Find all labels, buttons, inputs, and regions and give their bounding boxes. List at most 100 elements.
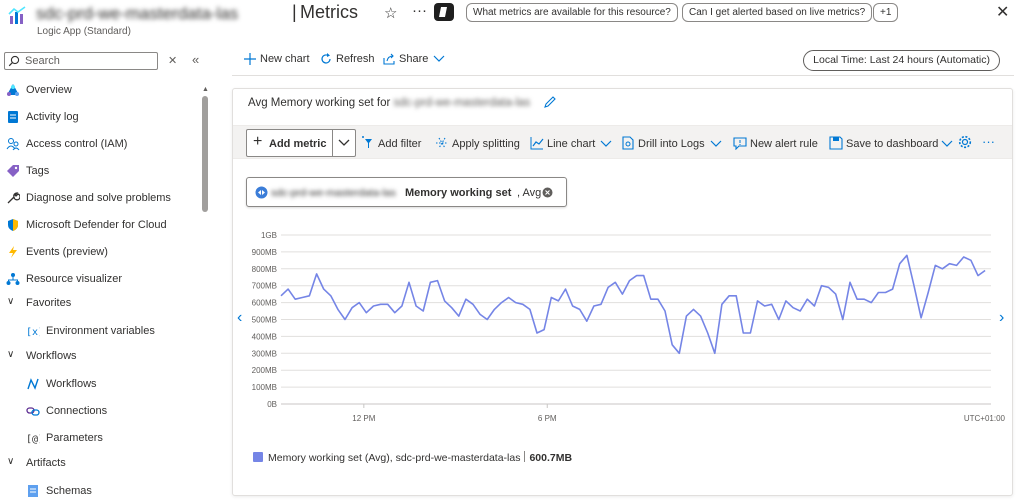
legend-value: 600.7MB	[529, 452, 573, 464]
chevron-down-icon	[600, 140, 612, 147]
new-chart-button[interactable]: New chart	[244, 53, 310, 66]
more-suggestions-chip[interactable]: +1	[873, 3, 899, 22]
apply-splitting-button[interactable]: Apply splitting	[435, 136, 520, 150]
chevron-down-icon	[433, 55, 445, 62]
sidebar-scrollbar[interactable]: ▲	[201, 86, 209, 499]
overview-icon	[7, 84, 19, 96]
sidebar-item-label: Resource visualizer	[26, 273, 122, 285]
line-chart-plot[interactable]: 0B 100MB 200MB 300MB 400MB 500MB 600MB 700MB 800…	[233, 219, 1012, 439]
y-tick-label: 500MB	[252, 316, 277, 325]
sidebar-item-label: Events (preview)	[26, 246, 108, 258]
page-title: Metrics	[300, 2, 358, 22]
drill-into-logs-button[interactable]: Drill into Logs	[621, 136, 722, 150]
save-icon	[829, 136, 843, 150]
sidebar-group-label: Artifacts	[26, 457, 66, 469]
metric-pill-metric: Memory working set	[405, 187, 512, 199]
variable-icon: [x]	[26, 327, 40, 338]
chevron-down-icon: ∨	[7, 349, 15, 360]
chevron-right-icon[interactable]: ›	[999, 309, 1004, 327]
y-tick-label: 300MB	[252, 349, 277, 358]
scrollbar-thumb[interactable]	[202, 96, 208, 212]
settings-gear-icon[interactable]	[958, 135, 972, 149]
chart-toolbar: + Add metric Add filter Apply splitting …	[233, 125, 1012, 159]
suggestion-chip-alerts[interactable]: Can I get alerted based on live metrics?	[682, 3, 873, 22]
sidebar-item-label: Parameters	[46, 432, 103, 444]
command-bar: New chart Refresh Share Local Time: Last…	[232, 48, 1014, 76]
share-icon	[383, 53, 395, 65]
y-tick-label: 800MB	[252, 265, 277, 274]
sidebar-item-label: Access control (IAM)	[26, 138, 128, 150]
metric-selection-pill[interactable]: sdc-prd-we-masterdata-las Memory working…	[246, 177, 567, 207]
people-icon	[6, 138, 20, 151]
resource-type: Logic App (Standard)	[37, 26, 131, 37]
chevron-down-icon: ∨	[7, 456, 15, 467]
sidebar-item-label: Diagnose and solve problems	[26, 192, 171, 204]
favorite-star-icon[interactable]: ☆	[384, 4, 397, 22]
svg-text:[x]: [x]	[26, 327, 40, 338]
legend-divider	[524, 451, 526, 462]
clear-search-icon[interactable]: ✕	[168, 54, 177, 67]
share-button[interactable]: Share	[383, 53, 445, 65]
drill-into-logs-label: Drill into Logs	[638, 138, 705, 150]
x-tick-label: 12 PM	[352, 414, 375, 423]
chart-card: Avg Memory working set for sdc-prd-we-ma…	[232, 88, 1013, 496]
close-icon[interactable]: ✕	[996, 2, 1009, 22]
chevron-left-icon[interactable]: ‹	[237, 309, 242, 327]
line-chart-svg[interactable]: 0B 100MB 200MB 300MB 400MB 500MB 600MB 700MB 800…	[233, 219, 1012, 439]
add-filter-label: Add filter	[378, 138, 422, 150]
refresh-button[interactable]: Refresh	[320, 53, 375, 65]
plus-icon: +	[253, 133, 263, 150]
chart-legend[interactable]: Memory working set (Avg), sdc-prd-we-mas…	[253, 451, 572, 464]
resource-name: sdc-prd-we-masterdata-las	[36, 4, 239, 23]
wrench-icon	[7, 192, 20, 204]
refresh-icon	[321, 53, 331, 64]
pencil-icon[interactable]	[543, 95, 557, 109]
chevron-down-icon[interactable]	[337, 135, 351, 149]
copilot-button[interactable]	[434, 3, 454, 21]
share-label: Share	[399, 53, 429, 65]
line-chart-label: Line chart	[547, 138, 596, 150]
new-alert-rule-button[interactable]: New alert rule	[733, 136, 818, 150]
sidebar-item-label: Schemas	[46, 485, 92, 497]
new-alert-rule-label: New alert rule	[750, 138, 818, 150]
legend-swatch	[253, 452, 263, 462]
alert-icon	[733, 137, 747, 150]
legend-label: Memory working set (Avg), sdc-prd-we-mas…	[268, 452, 521, 464]
y-tick-label: 200MB	[252, 366, 277, 375]
add-filter-button[interactable]: Add filter	[361, 136, 421, 150]
more-chart-options-icon[interactable]: ···	[982, 134, 995, 149]
apply-splitting-label: Apply splitting	[452, 138, 520, 150]
search-placeholder: Search	[25, 55, 60, 67]
sidebar-item-label: Workflows	[46, 378, 97, 390]
collapse-sidebar-icon[interactable]: «	[192, 52, 199, 67]
plus-icon	[244, 53, 256, 66]
sidebar-item-label: Activity log	[26, 111, 79, 123]
hierarchy-icon	[6, 273, 20, 285]
more-options-icon[interactable]: ···	[412, 2, 427, 19]
sidebar-item-label: Microsoft Defender for Cloud	[26, 219, 167, 231]
chart-title[interactable]: Avg Memory working set for sdc-prd-we-ma…	[248, 97, 530, 109]
splitting-icon	[436, 137, 448, 149]
line-chart-button[interactable]: Line chart	[530, 136, 612, 150]
save-to-dashboard-label: Save to dashboard	[846, 138, 939, 150]
y-tick-label: 600MB	[252, 299, 277, 308]
x-tick-label: 6 PM	[538, 414, 557, 423]
remove-metric-icon[interactable]	[542, 187, 553, 198]
add-metric-label: Add metric	[269, 138, 327, 150]
save-to-dashboard-button[interactable]: Save to dashboard	[829, 136, 953, 150]
search-input[interactable]: Search	[4, 52, 158, 70]
time-range-picker[interactable]: Local Time: Last 24 hours (Automatic)	[803, 50, 1000, 71]
logs-icon	[622, 136, 634, 150]
scroll-up-icon[interactable]: ▲	[202, 86, 209, 93]
sidebar-group-label: Favorites	[26, 297, 72, 309]
series-line-memory-working-set	[280, 254, 986, 355]
line-chart-icon	[530, 137, 544, 150]
filter-icon	[362, 136, 372, 148]
add-metric-button[interactable]: + Add metric	[246, 129, 356, 157]
refresh-label: Refresh	[336, 53, 375, 65]
y-tick-label: 1GB	[261, 231, 277, 240]
suggestion-chip-metrics[interactable]: What metrics are available for this reso…	[466, 3, 678, 22]
x-tick-label: UTC+01:00	[964, 414, 1006, 423]
title-separator: |	[292, 2, 297, 22]
chart-title-resource: sdc-prd-we-masterdata-las	[393, 97, 531, 109]
